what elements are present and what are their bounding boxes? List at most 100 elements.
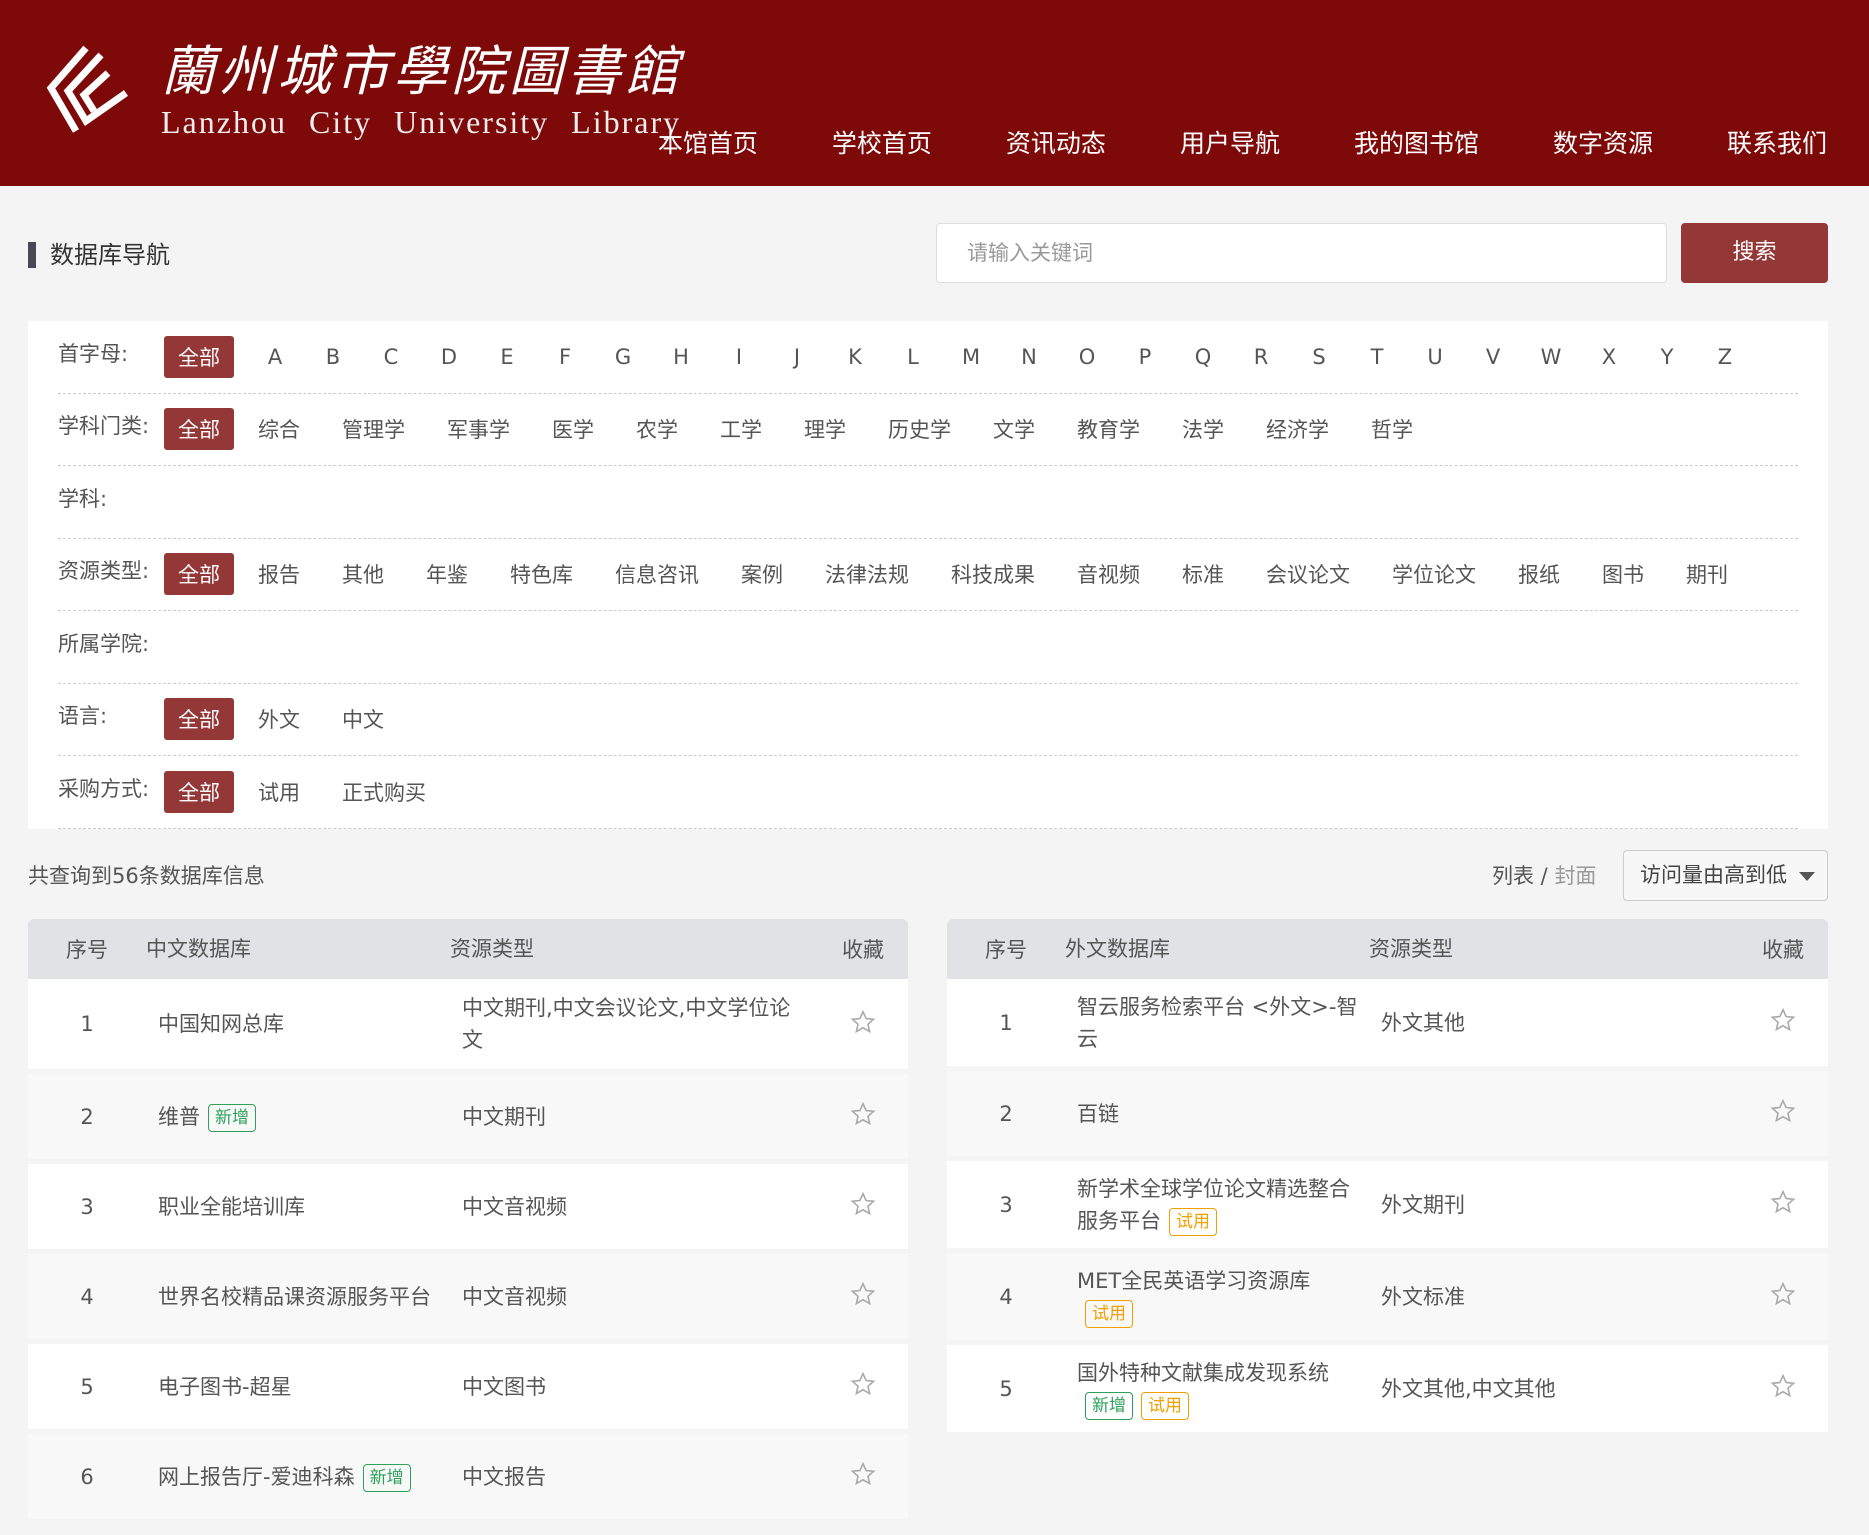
filter-option[interactable]: 音视频 — [1077, 559, 1140, 589]
filter-option[interactable]: 经济学 — [1266, 414, 1329, 444]
filter-option[interactable]: 全部 — [164, 408, 234, 451]
filter-option[interactable]: 年鉴 — [426, 559, 468, 589]
filter-option[interactable]: 会议论文 — [1266, 559, 1350, 589]
database-name-link[interactable]: 中国知网总库 — [158, 1012, 284, 1036]
filter-option[interactable]: 中文 — [342, 704, 384, 734]
filter-option[interactable]: I — [710, 345, 768, 369]
database-name-link[interactable]: MET全民英语学习资源库 — [1077, 1269, 1310, 1293]
filter-option[interactable]: 文学 — [993, 414, 1035, 444]
filter-option[interactable]: A — [246, 345, 304, 369]
nav-my-library[interactable]: 我的图书馆 — [1354, 124, 1479, 160]
filter-option[interactable]: E — [478, 345, 536, 369]
favorite-button[interactable] — [818, 1371, 908, 1402]
nav-school-home[interactable]: 学校首页 — [832, 124, 932, 160]
filter-option[interactable]: 特色库 — [510, 559, 573, 589]
favorite-button[interactable] — [818, 1461, 908, 1492]
nav-news[interactable]: 资讯动态 — [1006, 124, 1106, 160]
nav-digital-resources[interactable]: 数字资源 — [1553, 124, 1653, 160]
database-name-link[interactable]: 职业全能培训库 — [158, 1195, 305, 1219]
filter-option[interactable]: 全部 — [164, 698, 234, 741]
nav-home[interactable]: 本馆首页 — [658, 124, 758, 160]
database-name-link[interactable]: 百链 — [1077, 1102, 1119, 1126]
filter-option[interactable]: 标准 — [1182, 559, 1224, 589]
filter-option[interactable]: X — [1580, 345, 1638, 369]
filter-option[interactable]: C — [362, 345, 420, 369]
filter-option[interactable]: D — [420, 345, 478, 369]
filter-option[interactable]: 全部 — [164, 553, 234, 596]
sort-select[interactable]: 访问量由高到低 — [1623, 850, 1828, 901]
filter-option[interactable]: K — [826, 345, 884, 369]
filter-option[interactable]: 法学 — [1182, 414, 1224, 444]
resource-type: 外文标准 — [1381, 1284, 1465, 1309]
filter-option[interactable]: 案例 — [741, 559, 783, 589]
database-name-link[interactable]: 智云服务检索平台 <外文>-智云 — [1077, 995, 1357, 1051]
filter-option[interactable]: 法律法规 — [825, 559, 909, 589]
filter-option[interactable]: L — [884, 345, 942, 369]
filter-option[interactable]: N — [1000, 345, 1058, 369]
filter-label: 采购方式: — [58, 776, 150, 801]
database-name-link[interactable]: 网上报告厅-爱迪科森 — [158, 1465, 355, 1489]
search-input[interactable]: 请输入关键词 — [936, 223, 1667, 283]
view-cover-link[interactable]: 封面 — [1554, 864, 1596, 888]
filter-option[interactable]: 科技成果 — [951, 559, 1035, 589]
database-name-link[interactable]: 国外特种文献集成发现系统 — [1077, 1361, 1329, 1385]
filter-option[interactable]: 信息咨讯 — [615, 559, 699, 589]
filter-option[interactable]: Q — [1174, 345, 1232, 369]
filter-option[interactable]: 学位论文 — [1392, 559, 1476, 589]
row-number: 5 — [999, 1376, 1013, 1401]
filter-option[interactable]: V — [1464, 345, 1522, 369]
filter-option[interactable]: W — [1522, 345, 1580, 369]
table-row: 1 智云服务检索平台 <外文>-智云 外文其他 — [947, 979, 1828, 1071]
filter-option[interactable]: 教育学 — [1077, 414, 1140, 444]
filter-option[interactable]: T — [1348, 345, 1406, 369]
filter-option[interactable]: M — [942, 345, 1000, 369]
favorite-button[interactable] — [1738, 1189, 1828, 1220]
filter-option[interactable]: 试用 — [258, 777, 300, 807]
view-list-link[interactable]: 列表 — [1492, 864, 1534, 888]
filter-option[interactable]: R — [1232, 345, 1290, 369]
favorite-button[interactable] — [818, 1101, 908, 1132]
filter-option[interactable]: 全部 — [164, 770, 234, 813]
filter-option[interactable]: 正式购买 — [342, 777, 426, 807]
filter-option[interactable]: 农学 — [636, 414, 678, 444]
filter-option[interactable]: 管理学 — [342, 414, 405, 444]
filter-option[interactable]: F — [536, 345, 594, 369]
filter-option[interactable]: 理学 — [804, 414, 846, 444]
favorite-button[interactable] — [1738, 1373, 1828, 1404]
filter-option[interactable]: 报纸 — [1518, 559, 1560, 589]
search-button[interactable]: 搜索 — [1681, 223, 1828, 283]
filter-option[interactable]: 期刊 — [1686, 559, 1728, 589]
filter-option[interactable]: H — [652, 345, 710, 369]
filter-option[interactable]: 历史学 — [888, 414, 951, 444]
filter-option[interactable]: 全部 — [164, 335, 234, 378]
filter-option[interactable]: O — [1058, 345, 1116, 369]
filter-option[interactable]: G — [594, 345, 652, 369]
filter-option[interactable]: J — [768, 345, 826, 369]
favorite-button[interactable] — [1738, 1098, 1828, 1129]
filter-option[interactable]: 工学 — [720, 414, 762, 444]
favorite-button[interactable] — [1738, 1281, 1828, 1312]
filter-option[interactable]: B — [304, 345, 362, 369]
filter-option[interactable]: 医学 — [552, 414, 594, 444]
filter-option[interactable]: 综合 — [258, 414, 300, 444]
filter-option[interactable]: P — [1116, 345, 1174, 369]
filter-option[interactable]: 其他 — [342, 559, 384, 589]
favorite-button[interactable] — [818, 1191, 908, 1222]
filter-option[interactable]: 外文 — [258, 704, 300, 734]
favorite-button[interactable] — [818, 1281, 908, 1312]
filter-option[interactable]: 报告 — [258, 559, 300, 589]
filter-option[interactable]: S — [1290, 345, 1348, 369]
nav-contact[interactable]: 联系我们 — [1727, 124, 1827, 160]
filter-option[interactable]: 哲学 — [1371, 414, 1413, 444]
database-name-link[interactable]: 世界名校精品课资源服务平台 — [158, 1285, 431, 1309]
filter-option[interactable]: Z — [1696, 345, 1754, 369]
database-name-link[interactable]: 电子图书-超星 — [158, 1375, 292, 1399]
filter-option[interactable]: U — [1406, 345, 1464, 369]
favorite-button[interactable] — [1738, 1007, 1828, 1038]
filter-option[interactable]: 军事学 — [447, 414, 510, 444]
filter-option[interactable]: Y — [1638, 345, 1696, 369]
nav-user-guide[interactable]: 用户导航 — [1180, 124, 1280, 160]
filter-option[interactable]: 图书 — [1602, 559, 1644, 589]
database-name-link[interactable]: 维普 — [158, 1105, 200, 1129]
favorite-button[interactable] — [818, 1009, 908, 1040]
